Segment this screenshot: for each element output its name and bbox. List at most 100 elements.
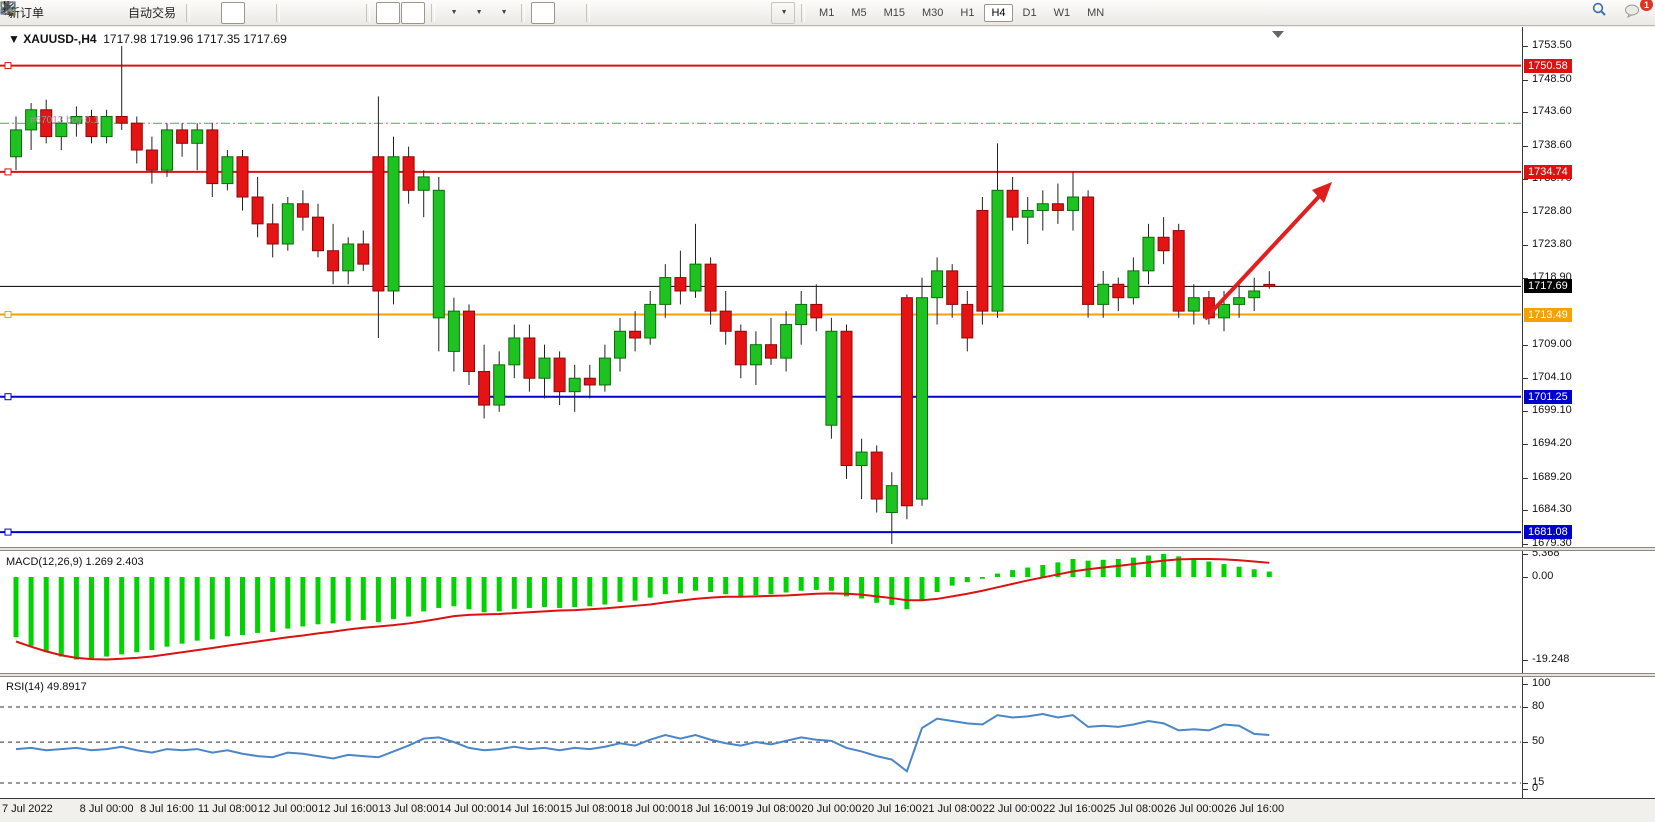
rsi-panel[interactable] (0, 677, 1522, 798)
chat-bubble-icon (1624, 2, 1641, 18)
axis-tick (1523, 46, 1528, 47)
time-tick-label: 7 Jul 2022 (2, 803, 53, 815)
equidistant-channel-button[interactable]: E (671, 2, 695, 24)
price-chart-panel[interactable]: #67013 buy 0.1 (0, 27, 1522, 547)
chart-title: ▼ XAUUSD-,H4 1717.98 1719.96 1717.35 171… (8, 32, 287, 46)
axis-tick (1523, 783, 1528, 784)
arrows-icon (0, 0, 16, 16)
time-tick-label: 15 Jul 08:00 (557, 803, 623, 815)
chart-region: ▼ XAUUSD-,H4 1717.98 1719.96 1717.35 171… (0, 27, 1655, 822)
time-tick-label: 11 Jul 08:00 (194, 803, 260, 815)
auto-scroll-button[interactable] (376, 2, 400, 24)
timeframe-d1[interactable]: D1 (1016, 4, 1044, 22)
price-tick-label: 1748.50 (1532, 73, 1572, 85)
timeframe-h1[interactable]: H1 (953, 4, 981, 22)
templates-button[interactable]: ▼ (491, 2, 515, 24)
price-tick-label: 1743.60 (1532, 105, 1572, 117)
time-tick-label: 20 Jul 00:00 (798, 803, 864, 815)
notification-badge: 1 (1640, 0, 1653, 11)
price-tick-label: 1738.60 (1532, 139, 1572, 151)
zoom-in-button[interactable] (286, 2, 310, 24)
toolbar-separator (366, 4, 370, 22)
auto-trading-button[interactable]: 自动交易 (124, 2, 180, 24)
symbol-dropdown-marker[interactable]: ▼ (8, 32, 20, 46)
timeframe-mn[interactable]: MN (1080, 4, 1111, 22)
time-tick-label: 22 Jul 16:00 (1040, 803, 1106, 815)
rsi-tick-label: 100 (1532, 677, 1550, 689)
toolbar: 新订单 自动交易 ▼ ▼ (0, 0, 1655, 26)
time-tick-label: 26 Jul 00:00 (1161, 803, 1227, 815)
text-label-button[interactable]: T (746, 2, 770, 24)
time-tick-label: 19 Jul 08:00 (738, 803, 804, 815)
cursor-button[interactable] (531, 2, 555, 24)
timeframe-m15[interactable]: M15 (877, 4, 912, 22)
axis-tick (1523, 80, 1528, 81)
time-tick-label: 14 Jul 16:00 (496, 803, 562, 815)
chart-shift-button[interactable] (401, 2, 425, 24)
price-tick-label: 1704.10 (1532, 371, 1572, 383)
timeframe-w1[interactable]: W1 (1047, 4, 1078, 22)
timeframe-m1[interactable]: M1 (812, 4, 841, 22)
price-level-badge: 1734.74 (1524, 165, 1572, 179)
axis-tick (1523, 378, 1528, 379)
rsi-chart[interactable] (0, 677, 1522, 798)
search-button[interactable] (1591, 1, 1615, 23)
timeframe-h4[interactable]: H4 (984, 4, 1012, 22)
toolbar-separator (276, 4, 280, 22)
axis-tick (1523, 707, 1528, 708)
axis-tick (1523, 345, 1528, 346)
rsi-tick-label: 50 (1532, 735, 1544, 747)
macd-chart[interactable] (0, 552, 1522, 674)
trendline-button[interactable] (646, 2, 670, 24)
candlestick-type-button[interactable] (221, 2, 245, 24)
horizontal-line-button[interactable] (621, 2, 645, 24)
price-level-badge: 1717.69 (1524, 279, 1572, 293)
tile-windows-button[interactable] (336, 2, 360, 24)
toolbar-separator (431, 4, 435, 22)
arrows-button[interactable]: ▼ (771, 2, 795, 24)
price-tick-label: 1753.50 (1532, 39, 1572, 51)
profile-button[interactable] (74, 2, 98, 24)
price-level-badge: 1713.49 (1524, 308, 1572, 322)
price-tick-label: 1723.80 (1532, 238, 1572, 250)
indicators-button[interactable]: ▼ (441, 2, 465, 24)
axis-tick (1523, 411, 1528, 412)
macd-panel[interactable] (0, 552, 1522, 674)
fibonacci-button[interactable]: F (696, 2, 720, 24)
zoom-out-button[interactable] (311, 2, 335, 24)
axis-tick (1523, 660, 1528, 661)
price-tick-label: 1694.20 (1532, 437, 1572, 449)
panel-splitter[interactable] (0, 547, 1655, 551)
time-tick-label: 20 Jul 16:00 (859, 803, 925, 815)
time-tick-label: 13 Jul 08:00 (376, 803, 442, 815)
time-tick-label: 18 Jul 16:00 (678, 803, 744, 815)
panel-splitter[interactable] (0, 673, 1655, 677)
periods-button[interactable]: ▼ (466, 2, 490, 24)
price-tick-label: 1709.00 (1532, 338, 1572, 350)
symbol-period-label: XAUUSD-,H4 (23, 32, 96, 46)
signals-button[interactable] (99, 2, 123, 24)
timeframe-m5[interactable]: M5 (844, 4, 873, 22)
bar-chart-type-button[interactable] (196, 2, 220, 24)
axis-tick (1523, 212, 1528, 213)
toolbar-separator (801, 4, 805, 22)
vertical-line-button[interactable] (596, 2, 620, 24)
price-level-badge: 1701.25 (1524, 390, 1572, 404)
axis-tick (1523, 444, 1528, 445)
axis-tick (1523, 146, 1528, 147)
text-button[interactable]: A (721, 2, 745, 24)
axis-tick (1523, 554, 1528, 555)
price-tick-label: 1684.30 (1532, 503, 1572, 515)
notifications-button[interactable]: 1 (1623, 1, 1647, 23)
axis-tick (1523, 742, 1528, 743)
axis-tick (1523, 510, 1528, 511)
crosshair-button[interactable] (556, 2, 580, 24)
candlestick-chart[interactable]: #67013 buy 0.1 (0, 27, 1522, 547)
charts-button[interactable] (49, 2, 73, 24)
price-tick-label: 1728.80 (1532, 205, 1572, 217)
line-chart-type-button[interactable] (246, 2, 270, 24)
axis-tick (1523, 179, 1528, 180)
price-tick-label: 1689.20 (1532, 471, 1572, 483)
timeframe-m30[interactable]: M30 (915, 4, 950, 22)
chevron-down-icon: ▼ (476, 9, 483, 16)
